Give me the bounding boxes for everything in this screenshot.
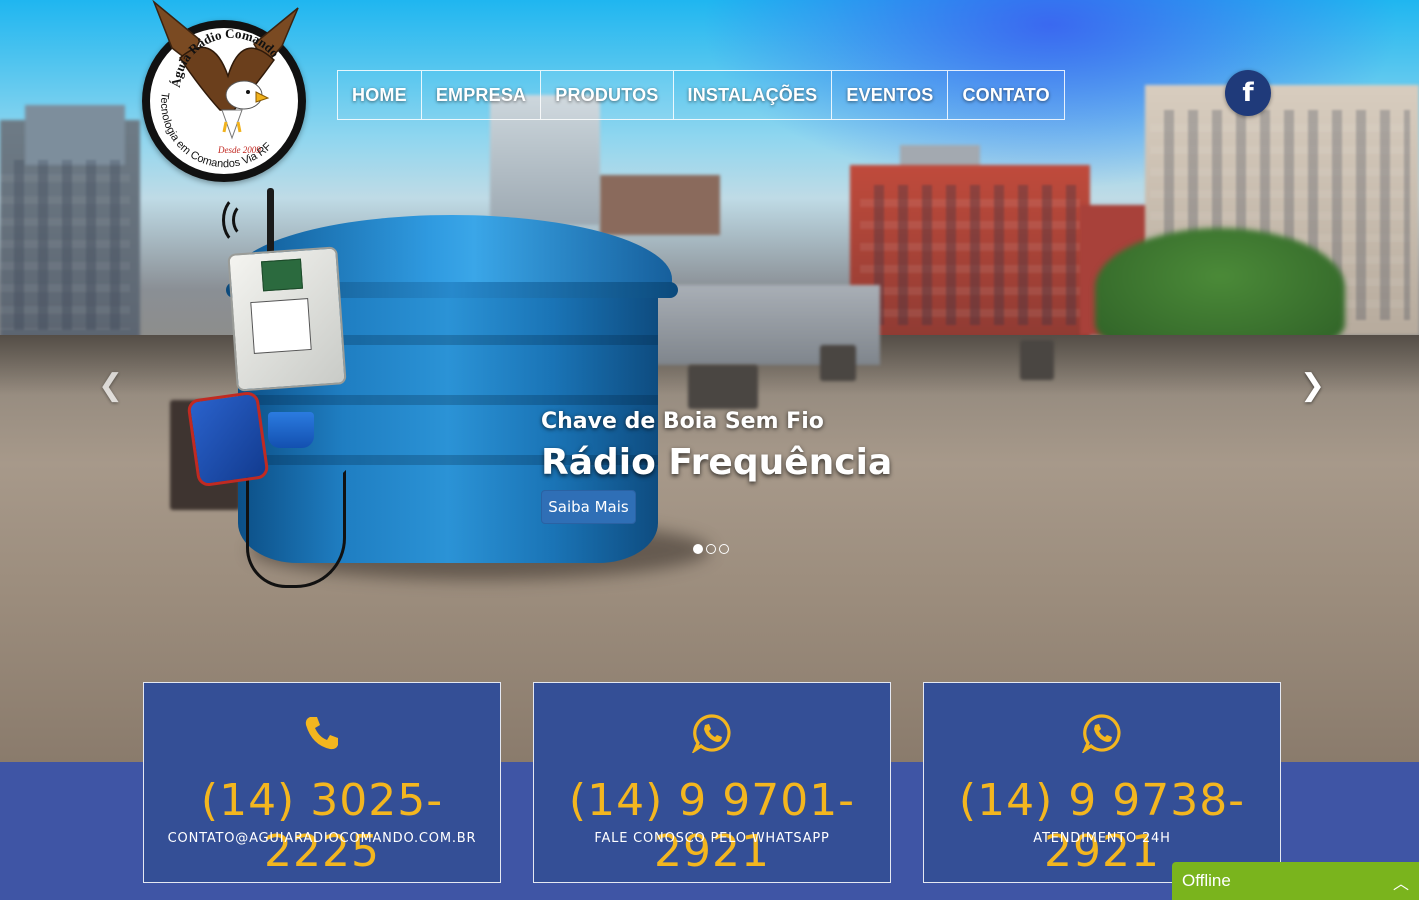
contact-card-24h[interactable]: (14) 9 9738-2921 ATENDIMENTO 24H	[923, 682, 1281, 883]
float-cable	[246, 470, 346, 588]
rf-circuit-board	[261, 258, 303, 292]
float-cap	[268, 412, 314, 448]
background-building	[25, 105, 125, 165]
contact-card-whatsapp[interactable]: (14) 9 9701-2921 FALE CONOSCO PELO WHATS…	[533, 682, 891, 883]
rooftop-vent	[1020, 340, 1054, 380]
rooftop-vent	[820, 345, 856, 381]
slide-subtitle: Chave de Boia Sem Fio	[541, 409, 824, 434]
contact-cards: (14) 3025-2225 CONTATO@AGUIARADIOCOMANDO…	[143, 682, 1281, 883]
contact-24h-label: ATENDIMENTO 24H	[1033, 831, 1171, 846]
contact-whatsapp-label: FALE CONOSCO PELO WHATSAPP	[594, 831, 830, 846]
nav-instalacoes[interactable]: INSTALAÇÕES	[674, 71, 833, 119]
contact-email[interactable]: CONTATO@AGUIARADIOCOMANDO.COM.BR	[144, 831, 500, 846]
background-building	[600, 175, 720, 235]
slider-indicators	[693, 544, 729, 554]
float-switch	[186, 390, 270, 488]
contact-card-phone[interactable]: (14) 3025-2225 CONTATO@AGUIARADIOCOMANDO…	[143, 682, 501, 883]
whatsapp-icon	[692, 714, 731, 753]
slider-next-arrow-icon[interactable]: ❯	[1300, 368, 1325, 403]
building-windows	[860, 185, 1080, 325]
eagle-logo-icon: Águia Rádio Comando Tecnologia em Comand…	[152, 0, 299, 170]
chat-offline-tab[interactable]: Offline ︿	[1172, 862, 1419, 900]
nav-home[interactable]: HOME	[338, 71, 422, 119]
tank-band	[238, 395, 658, 405]
facebook-icon[interactable]: f	[1225, 70, 1271, 116]
phone-icon	[305, 717, 338, 750]
slider-prev-arrow-icon[interactable]: ❮	[98, 368, 123, 403]
nav-eventos[interactable]: EVENTOS	[832, 71, 949, 119]
contact-whatsapp-number[interactable]: (14) 9 9701-2921	[534, 775, 890, 877]
radio-signal-icon	[232, 203, 258, 237]
background-tree	[1095, 228, 1345, 348]
rooftop-vent	[688, 365, 758, 409]
building-windows	[0, 160, 130, 330]
controller-label	[250, 298, 312, 354]
logo-since: Desde 2009	[217, 145, 261, 155]
slide-title: Rádio Frequência	[541, 442, 893, 483]
saiba-mais-button[interactable]: Saiba Mais	[541, 490, 636, 524]
slider-dot-2[interactable]	[706, 544, 716, 554]
chat-status-label: Offline	[1182, 871, 1231, 890]
nav-contato[interactable]: CONTATO	[948, 71, 1063, 119]
contact-phone-number[interactable]: (14) 3025-2225	[144, 775, 500, 877]
nav-produtos[interactable]: PRODUTOS	[541, 71, 674, 119]
nav-empresa[interactable]: EMPRESA	[422, 71, 542, 119]
slider-dot-1[interactable]	[693, 544, 703, 554]
chevron-up-icon[interactable]: ︿	[1393, 870, 1409, 894]
whatsapp-icon	[1082, 714, 1121, 753]
slider-dot-3[interactable]	[719, 544, 729, 554]
main-nav: HOME EMPRESA PRODUTOS INSTALAÇÕES EVENTO…	[337, 70, 1065, 120]
